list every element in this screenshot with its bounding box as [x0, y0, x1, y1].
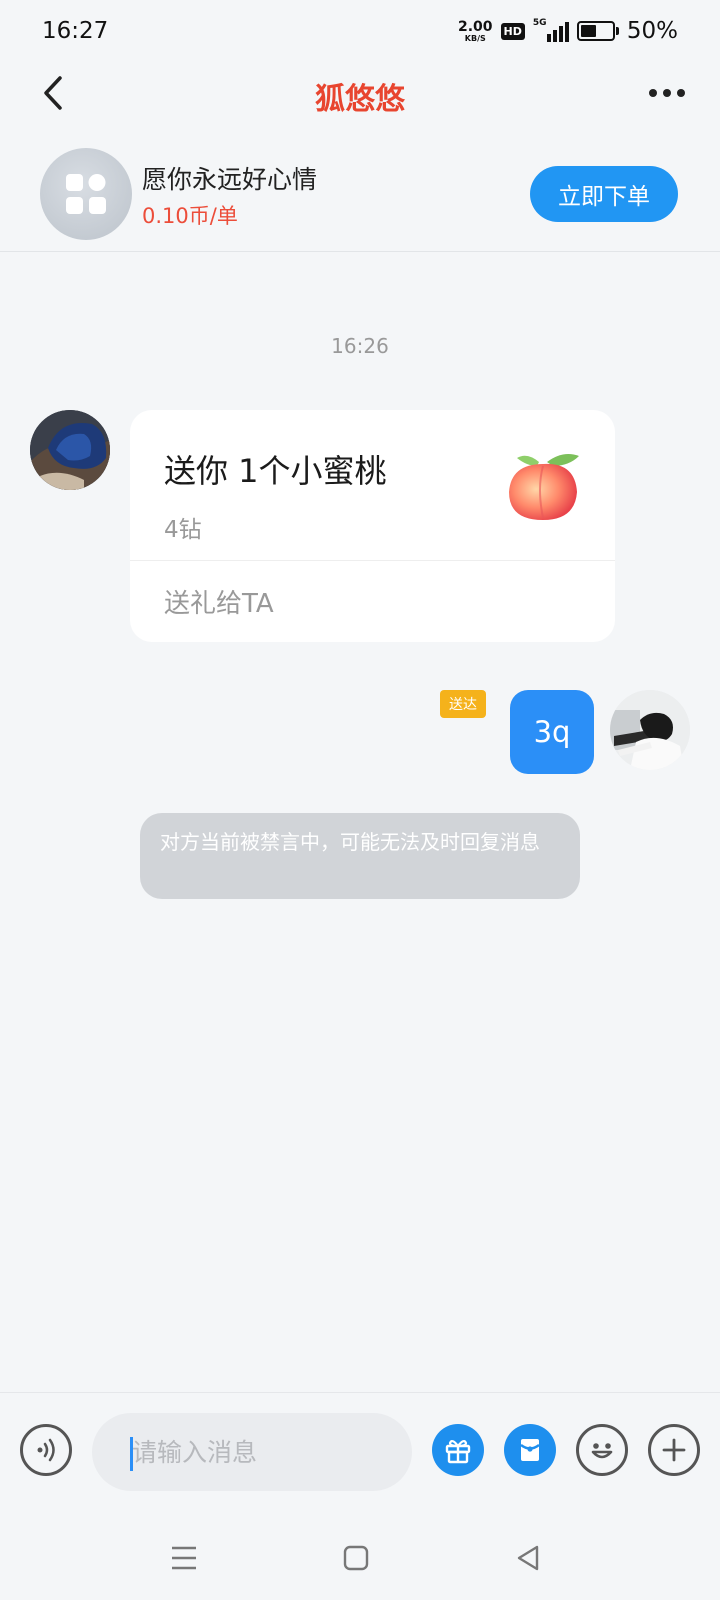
- voice-icon: [37, 1438, 55, 1462]
- more-button[interactable]: [642, 76, 692, 110]
- plus-button[interactable]: [648, 1424, 700, 1476]
- delivered-status-badge: 送达: [440, 690, 486, 718]
- emoji-icon: [591, 1443, 613, 1459]
- message-input[interactable]: [92, 1413, 412, 1491]
- chat-header: 狐悠悠: [0, 62, 720, 124]
- chat-screen: 16:27 2.00 KB/S HD 5G 50% 狐悠悠 愿你永远好心情 0.…: [0, 0, 720, 1600]
- gift-message-card: 送你 1个小蜜桃 4钻 送礼给TA: [130, 410, 615, 642]
- user-avatar-image: [610, 690, 690, 770]
- status-bar: 16:27 2.00 KB/S HD 5G 50%: [0, 0, 720, 62]
- service-bar: 愿你永远好心情 0.10币/单 立即下单: [0, 124, 720, 252]
- user-avatar[interactable]: [610, 690, 690, 770]
- more-dots-icon: [649, 89, 657, 97]
- network-type: 5G: [532, 18, 547, 28]
- network-speed-unit: KB/S: [464, 33, 486, 43]
- nav-home-button[interactable]: [336, 1538, 376, 1578]
- battery-icon: [576, 21, 619, 41]
- network-speed: 2.00 KB/S: [458, 20, 493, 43]
- menu-icon: [172, 1546, 196, 1570]
- status-time: 16:27: [42, 18, 109, 44]
- outgoing-message-bubble[interactable]: 3q: [510, 690, 594, 774]
- voice-button[interactable]: [20, 1424, 72, 1476]
- network-speed-value: 2.00: [457, 18, 493, 35]
- nav-back-button[interactable]: [508, 1538, 548, 1578]
- order-now-button[interactable]: 立即下单: [530, 166, 678, 222]
- system-notice: 对方当前被禁言中，可能无法及时回复消息: [140, 813, 580, 899]
- gift-icon: [445, 1439, 471, 1464]
- peach-icon: [509, 454, 579, 520]
- message-timestamp: 16:26: [331, 334, 389, 358]
- service-avatar[interactable]: [40, 148, 132, 240]
- nav-menu-button[interactable]: [164, 1538, 204, 1578]
- status-indicators: 2.00 KB/S HD 5G 50%: [458, 16, 678, 46]
- service-name: 愿你永远好心情: [142, 165, 318, 194]
- contact-avatar[interactable]: [30, 410, 110, 490]
- emoji-button[interactable]: [576, 1424, 628, 1476]
- input-bar: [0, 1392, 720, 1510]
- system-nav-bar: [0, 1510, 720, 1600]
- back-triangle-icon: [517, 1545, 539, 1571]
- service-price: 0.10币/单: [142, 204, 238, 228]
- grid-apps-icon: [66, 174, 106, 214]
- signal-icon: 5G: [532, 18, 569, 42]
- message-list: 16:26 送你 1个小蜜桃 4钻 送礼给TA 送达 3q 对方当前被禁言中，可…: [0, 252, 720, 1392]
- contact-avatar-image: [30, 410, 110, 490]
- send-gift-link[interactable]: 送礼给TA: [130, 561, 615, 642]
- page-title: 狐悠悠: [315, 82, 405, 117]
- gift-price: 4钻: [164, 517, 202, 543]
- red-envelope-icon: [520, 1439, 540, 1461]
- plus-icon: [662, 1438, 686, 1462]
- gift-title: 送你 1个小蜜桃: [164, 452, 387, 490]
- hd-badge: HD: [500, 22, 525, 40]
- red-envelope-button[interactable]: [504, 1424, 556, 1476]
- home-square-icon: [343, 1545, 369, 1571]
- battery-percent: 50%: [626, 18, 678, 44]
- gift-button[interactable]: [432, 1424, 484, 1476]
